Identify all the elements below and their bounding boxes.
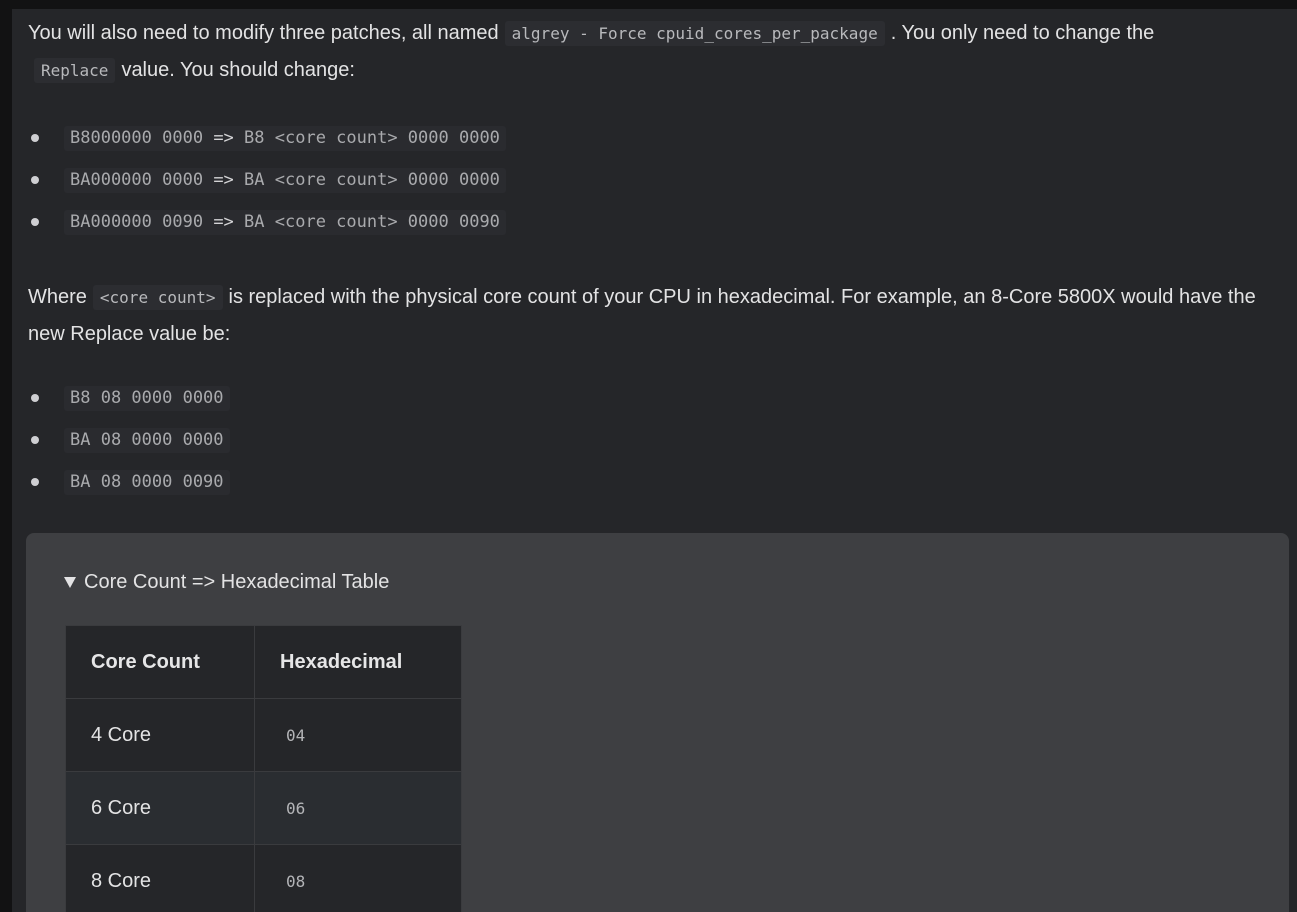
core-hex-table: Core Count Hexadecimal 4 Core 04 6 Core … xyxy=(65,625,462,912)
bullet-icon xyxy=(31,134,39,142)
hex-code: 04 xyxy=(286,725,306,745)
intro-text-after: value. You should change: xyxy=(121,59,355,81)
header-core-count: Core Count xyxy=(65,625,255,699)
bullet-icon xyxy=(31,218,39,226)
list-item: B8000000 0000 => B8 <core count> 0000 00… xyxy=(28,126,506,151)
bullet-icon xyxy=(31,478,39,486)
list-item: BA 08 0000 0000 xyxy=(28,428,230,453)
triangle-down-icon xyxy=(64,577,76,588)
change-to: BA <core count> 0000 0090 xyxy=(244,212,500,232)
intro-text-before: You will also need to modify three patch… xyxy=(28,22,499,44)
cell-hex: 08 xyxy=(254,844,462,912)
changes-list: B8000000 0000 => B8 <core count> 0000 00… xyxy=(28,126,506,252)
example-code: BA 08 0000 0090 xyxy=(64,470,230,495)
hex-table-details: Core Count => Hexadecimal Table Core Cou… xyxy=(26,533,1289,912)
bullet-icon xyxy=(31,394,39,402)
list-item: B8 08 0000 0000 xyxy=(28,386,230,411)
table-row: 6 Core 06 xyxy=(65,771,462,845)
change-from: BA000000 0090 xyxy=(70,212,204,232)
change-arrow: => xyxy=(213,170,234,190)
cell-hex: 06 xyxy=(254,771,462,845)
document-page: You will also need to modify three patch… xyxy=(12,9,1297,912)
list-item: BA 08 0000 0090 xyxy=(28,470,230,495)
change-from: BA000000 0000 xyxy=(70,170,204,190)
change-code: BA000000 0090 => BA <core count> 0000 00… xyxy=(64,210,506,235)
change-to: BA <core count> 0000 0000 xyxy=(244,170,500,190)
details-summary-label: Core Count => Hexadecimal Table xyxy=(84,571,390,593)
intro-text-middle: . You only need to change the xyxy=(890,22,1155,44)
table-row: 8 Core 08 xyxy=(65,844,462,912)
details-summary[interactable]: Core Count => Hexadecimal Table xyxy=(64,571,389,594)
table-row: 4 Core 04 xyxy=(65,698,462,772)
cell-cores: 8 Core xyxy=(65,844,255,912)
list-item: BA000000 0090 => BA <core count> 0000 00… xyxy=(28,210,506,235)
explanation-paragraph: Where <core count> is replaced with the ph… xyxy=(28,279,1288,353)
change-arrow: => xyxy=(213,212,234,232)
change-to: B8 <core count> 0000 0000 xyxy=(244,128,500,148)
example-code: BA 08 0000 0000 xyxy=(64,428,230,453)
change-arrow: => xyxy=(213,128,234,148)
hex-code: 08 xyxy=(286,871,306,891)
table-header-row: Core Count Hexadecimal xyxy=(65,625,462,699)
cell-cores: 6 Core xyxy=(65,771,255,845)
examples-list: B8 08 0000 0000 BA 08 0000 0000 BA 08 00… xyxy=(28,386,230,512)
core-count-placeholder-code: <core count> xyxy=(92,285,223,310)
change-code: BA000000 0000 => BA <core count> 0000 00… xyxy=(64,168,506,193)
list-item: BA000000 0000 => BA <core count> 0000 00… xyxy=(28,168,506,193)
patch-name-code: algrey - Force cpuid_cores_per_package xyxy=(504,21,885,46)
hex-code: 06 xyxy=(286,798,306,818)
bullet-icon xyxy=(31,176,39,184)
intro-paragraph: You will also need to modify three patch… xyxy=(28,15,1288,89)
header-hexadecimal: Hexadecimal xyxy=(254,625,462,699)
change-from: B8000000 0000 xyxy=(70,128,204,148)
cell-cores: 4 Core xyxy=(65,698,255,772)
example-code: B8 08 0000 0000 xyxy=(64,386,230,411)
explanation-text-before: Where xyxy=(28,286,87,308)
cell-hex: 04 xyxy=(254,698,462,772)
bullet-icon xyxy=(31,436,39,444)
replace-field-code: Replace xyxy=(34,58,116,83)
change-code: B8000000 0000 => B8 <core count> 0000 00… xyxy=(64,126,506,151)
